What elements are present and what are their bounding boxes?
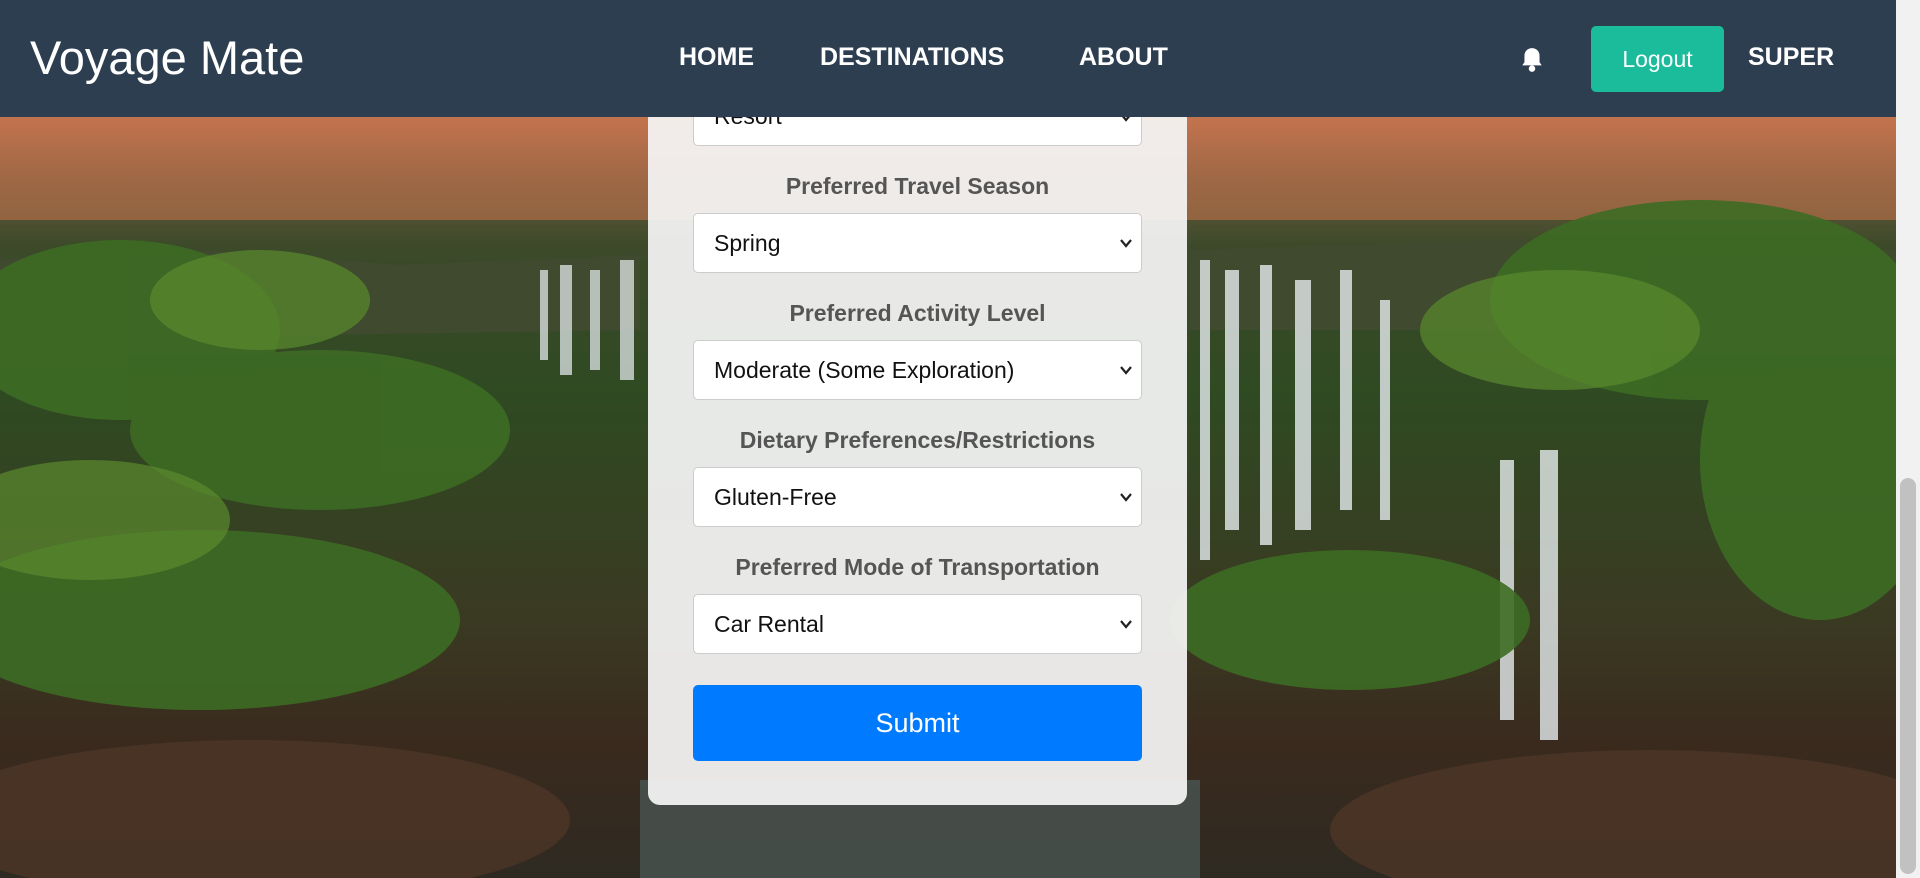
logout-button[interactable]: Logout: [1591, 26, 1724, 92]
chevron-down-icon: [1120, 493, 1132, 502]
brand-logo-text[interactable]: Voyage Mate: [30, 30, 304, 85]
page-scrollbar[interactable]: [1896, 0, 1920, 878]
top-navbar: Voyage Mate HOME DESTINATIONS ABOUT Logo…: [0, 0, 1896, 117]
dietary-select-value: Gluten-Free: [714, 483, 837, 510]
chevron-down-icon: [1120, 620, 1132, 629]
season-select[interactable]: Spring: [693, 213, 1142, 273]
activity-level-label: Preferred Activity Level: [789, 300, 1046, 326]
transport-select[interactable]: Car Rental: [693, 594, 1142, 654]
activity-level-select-value: Moderate (Some Exploration): [714, 356, 1015, 383]
username-label[interactable]: SUPER: [1748, 43, 1834, 72]
nav-home-link[interactable]: HOME: [679, 43, 754, 72]
chevron-down-icon: [1120, 239, 1132, 248]
dietary-label: Dietary Preferences/Restrictions: [739, 427, 1096, 453]
dietary-select[interactable]: Gluten-Free: [693, 467, 1142, 527]
nav-about-link[interactable]: ABOUT: [1079, 43, 1168, 72]
preferences-form-card: Resort Preferred Travel Season Spring Pr…: [648, 87, 1187, 805]
transport-select-value: Car Rental: [714, 610, 824, 637]
scrollbar-thumb[interactable]: [1900, 478, 1916, 874]
activity-level-select[interactable]: Moderate (Some Exploration): [693, 340, 1142, 400]
season-select-value: Spring: [714, 229, 781, 256]
submit-button[interactable]: Submit: [693, 685, 1142, 761]
nav-destinations-link[interactable]: DESTINATIONS: [820, 43, 1004, 72]
chevron-down-icon: [1120, 366, 1132, 375]
bell-icon[interactable]: [1519, 46, 1545, 74]
transport-label: Preferred Mode of Transportation: [735, 554, 1100, 580]
season-label: Preferred Travel Season: [785, 173, 1050, 199]
